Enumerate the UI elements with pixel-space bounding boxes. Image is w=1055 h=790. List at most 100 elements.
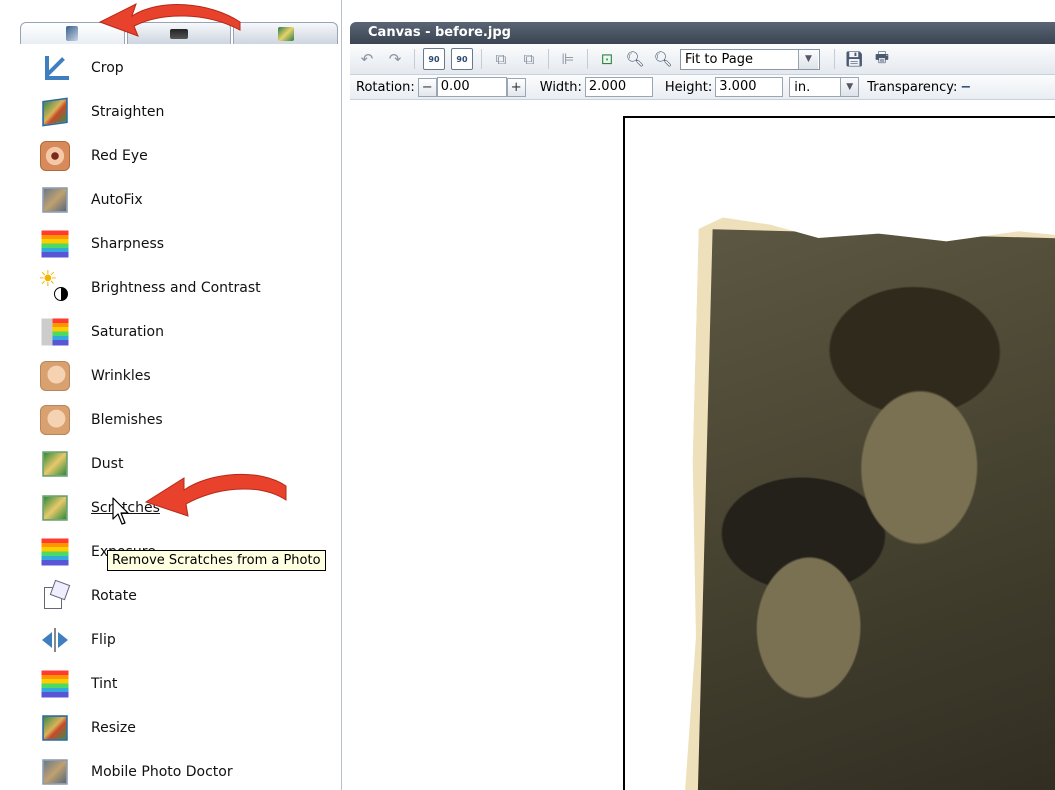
annotation-arrow-icon [98, 3, 241, 37]
save-icon: 💾︎ [844, 50, 864, 68]
tool-label: Resize [91, 720, 136, 736]
chevron-down-icon[interactable]: ▼ [798, 49, 818, 69]
tools-panel: Crop Straighten Red Eye AutoFix Sharpnes… [0, 0, 342, 790]
tool-label: Tint [91, 676, 118, 692]
tool-blemishes[interactable]: Blemishes [40, 398, 340, 442]
zoom-out-icon: 🔍︎ [653, 50, 673, 68]
zoom-in-icon: 🔍︎ [625, 50, 645, 68]
adjust-tools-icon [66, 26, 79, 41]
blemishes-icon [40, 405, 70, 435]
zoom-in-button[interactable]: 🔍︎ [624, 48, 646, 70]
transparency-slider[interactable]: − [960, 80, 971, 95]
rotation-label: Rotation: [356, 79, 415, 95]
rotate-right-button[interactable]: 90 [451, 48, 473, 70]
bring-forward-button[interactable]: ⧉ [490, 48, 512, 70]
dust-icon [42, 451, 68, 477]
canvas-window: Canvas - before.jpg ↶ ↷ 90 90 ⧉ ⧉ ⊫ ⊡ 🔍︎… [350, 22, 1055, 790]
width-label: Width: [539, 79, 582, 95]
canvas-area[interactable] [350, 100, 1055, 790]
height-input[interactable]: 3.000 [715, 77, 784, 97]
minus-icon: − [421, 79, 433, 95]
height-label: Height: [664, 79, 713, 95]
undo-button[interactable]: ↶ [356, 48, 378, 70]
tool-label: Sharpness [91, 236, 165, 252]
rotation-input[interactable]: 0.00 [436, 77, 507, 97]
photo-image [697, 229, 1055, 790]
print-icon: 🖶 [874, 47, 890, 66]
chevron-down-icon[interactable]: ▼ [840, 78, 859, 96]
align-icon: ⊫ [561, 50, 575, 68]
sharpness-icon [41, 230, 69, 258]
toolbar-separator [481, 49, 482, 69]
rotation-decrease-button[interactable]: − [417, 77, 437, 97]
zoom-fit-button[interactable]: ⊡ [596, 48, 618, 70]
tool-rotate[interactable]: Rotate [40, 574, 340, 618]
tool-label: Crop [91, 60, 124, 76]
redo-icon: ↷ [388, 50, 402, 68]
tool-list: Crop Straighten Red Eye AutoFix Sharpnes… [38, 46, 340, 790]
tool-sharpness[interactable]: Sharpness [40, 222, 340, 266]
rotate-right-icon: 90 [456, 54, 468, 64]
tool-brightness-contrast[interactable]: Brightness and Contrast [38, 266, 340, 310]
old-photo[interactable] [683, 217, 1055, 790]
rotate-left-button[interactable]: 90 [423, 48, 445, 70]
exposure-icon [41, 538, 69, 566]
send-backward-button[interactable]: ⧉ [518, 48, 540, 70]
tint-icon [41, 670, 69, 698]
print-button[interactable]: 🖶 [871, 48, 893, 70]
tool-label: AutoFix [91, 192, 143, 208]
annotation-arrow-icon [144, 473, 287, 517]
unit-select-value: in. [794, 79, 811, 95]
toolbar-separator [414, 49, 415, 69]
effects-icon [277, 26, 294, 41]
zoom-fit-icon: ⊡ [600, 50, 614, 68]
tool-label: Rotate [91, 588, 137, 604]
tool-straighten[interactable]: Straighten [40, 90, 340, 134]
autofix-icon [42, 187, 68, 213]
mouse-cursor-icon [112, 497, 129, 525]
rotate-icon [40, 581, 70, 611]
zoom-select[interactable]: Fit to Page ▼ [680, 48, 820, 70]
width-input[interactable]: 2.000 [584, 77, 653, 97]
red-eye-icon [40, 141, 70, 171]
tool-crop[interactable]: Crop [40, 46, 340, 90]
zoom-select-value: Fit to Page [685, 51, 754, 67]
saturation-icon [41, 318, 69, 346]
tool-wrinkles[interactable]: Wrinkles [40, 354, 340, 398]
canvas-title: Canvas - before.jpg [350, 22, 1055, 44]
tool-autofix[interactable]: AutoFix [40, 178, 340, 222]
unit-select[interactable]: in. ▼ [789, 77, 860, 97]
mobile-photo-doctor-icon [42, 759, 68, 785]
align-button[interactable]: ⊫ [557, 48, 579, 70]
tool-label: Red Eye [91, 148, 148, 164]
zoom-out-button[interactable]: 🔍︎ [652, 48, 674, 70]
toolbar-separator [548, 49, 549, 69]
straighten-icon [42, 97, 68, 127]
tool-label: Flip [91, 632, 116, 648]
undo-icon: ↶ [360, 50, 374, 68]
flip-icon [40, 625, 70, 655]
properties-bar: Rotation: − 0.00 + Width: 2.000 Height: … [350, 75, 1055, 100]
save-button[interactable]: 💾︎ [843, 48, 865, 70]
crop-icon [40, 53, 70, 83]
tool-saturation[interactable]: Saturation [40, 310, 340, 354]
tool-label: Mobile Photo Doctor [91, 764, 233, 780]
tool-label: Blemishes [91, 412, 163, 428]
tooltip: Remove Scratches from a Photo [107, 550, 326, 571]
tool-resize[interactable]: Resize [40, 706, 340, 750]
tool-label: Saturation [91, 324, 164, 340]
redo-button[interactable]: ↷ [384, 48, 406, 70]
brightness-icon [38, 267, 70, 303]
tool-red-eye[interactable]: Red Eye [40, 134, 340, 178]
tool-label: Dust [91, 456, 124, 472]
tool-mobile-photo-doctor[interactable]: Mobile Photo Doctor [40, 750, 340, 790]
plus-icon: + [510, 79, 522, 95]
tool-tint[interactable]: Tint [40, 662, 340, 706]
rotation-increase-button[interactable]: + [506, 77, 526, 97]
bring-forward-icon: ⧉ [495, 50, 507, 68]
tool-flip[interactable]: Flip [40, 618, 340, 662]
canvas-toolbar: ↶ ↷ 90 90 ⧉ ⧉ ⊫ ⊡ 🔍︎ 🔍︎ Fit to Page ▼ 💾︎… [350, 44, 1055, 75]
wrinkles-icon [40, 361, 70, 391]
tool-label: Brightness and Contrast [91, 280, 261, 296]
page-boundary [623, 116, 1055, 790]
